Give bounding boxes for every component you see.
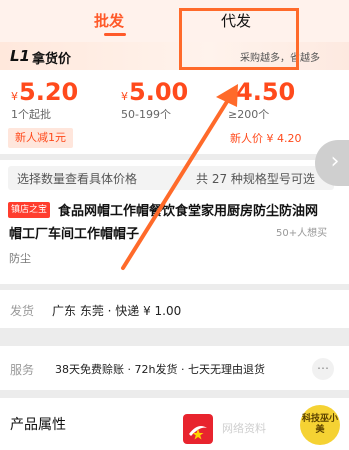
- shipping-value: 广东 东莞 · 快递 ¥ 1.00: [52, 304, 182, 318]
- new-user-price: 新人价 ¥ 4.20: [230, 132, 302, 145]
- product-title-line-2: 帽工厂车间工作帽帽子: [9, 227, 140, 242]
- product-info-card: 选择数量查看具体价格 共 27 种规格型号可选 镇店之宝 食品网帽工作帽餐饮食堂…: [0, 160, 349, 284]
- shop-logo-icon: [183, 414, 213, 444]
- more-icon[interactable]: ⋯: [312, 358, 334, 380]
- price-amount: 4.50: [236, 78, 296, 106]
- attributes-row[interactable]: 产品属性: [0, 398, 349, 450]
- currency-symbol: ¥: [11, 90, 18, 103]
- want-count: 50+人想买: [276, 228, 328, 239]
- product-tag: 防尘: [9, 252, 31, 265]
- qty-tier-3: ≥200个: [228, 108, 270, 121]
- service-value: 38天免费赊账 · 72h发货 · 七天无理由退货: [55, 363, 265, 376]
- price-amount: 5.00: [129, 78, 189, 106]
- tier-label: 拿货价: [32, 52, 72, 67]
- sku-selector[interactable]: 选择数量查看具体价格 共 27 种规格型号可选: [8, 166, 334, 190]
- price-tier-3: ¥4.50: [228, 78, 295, 106]
- tab-wholesale[interactable]: 批发: [94, 10, 124, 31]
- store-badge: 镇店之宝: [8, 202, 51, 218]
- attributes-title: 产品属性: [10, 417, 66, 433]
- qty-tier-2: 50-199个: [121, 108, 171, 121]
- avatar: 科技巫小美: [300, 405, 340, 445]
- product-title-line-1: 食品网帽工作帽餐饮食堂家用厨房防尘防油网: [58, 204, 319, 219]
- watermark-text: 网络资料: [222, 422, 266, 435]
- service-row[interactable]: 服务 38天免费赊账 · 72h发货 · 七天无理由退货 ⋯: [0, 346, 349, 390]
- currency-symbol: ¥: [228, 90, 235, 103]
- new-user-coupon[interactable]: 新人减1元: [8, 128, 73, 148]
- price-tier-2: ¥5.00: [121, 78, 188, 106]
- sku-count: 共 27 种规格型号可选: [196, 172, 315, 186]
- annotation-highlight-box: [179, 8, 299, 70]
- qty-tier-1: 1个起批: [11, 108, 51, 121]
- price-tier-1: ¥5.20: [11, 78, 78, 106]
- shipping-label: 发货: [10, 304, 35, 318]
- price-amount: 5.20: [19, 78, 79, 106]
- active-tab-indicator: [104, 33, 126, 36]
- service-label: 服务: [10, 363, 35, 377]
- tier-badge: L1: [10, 47, 30, 65]
- shipping-row[interactable]: 发货 广东 东莞 · 快递 ¥ 1.00: [0, 290, 349, 328]
- currency-symbol: ¥: [121, 90, 128, 103]
- sku-hint: 选择数量查看具体价格: [17, 172, 138, 186]
